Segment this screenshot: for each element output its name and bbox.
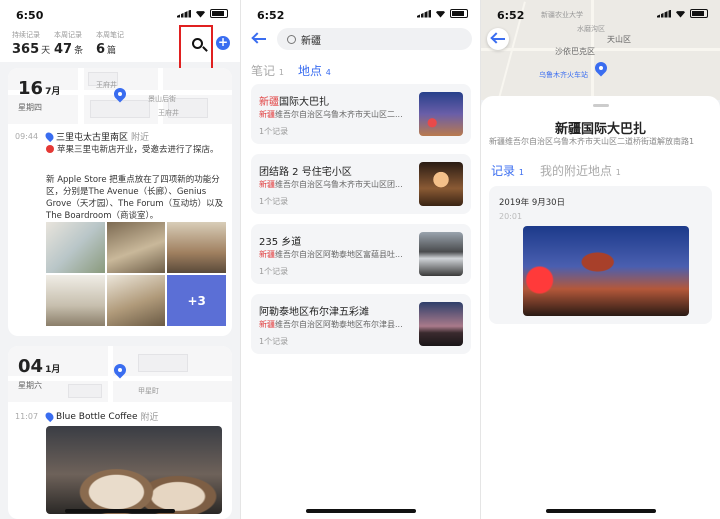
detail-tabs: 记录 1 我的附近地点 1 xyxy=(491,162,621,179)
place-thumbnail xyxy=(419,162,463,206)
status-bar: 6:52 xyxy=(481,0,720,28)
search-input[interactable] xyxy=(301,33,451,45)
timeline-screen: 6:50 持续记录 365天 本周记录 47条 本周笔记 6篇 + 王府井 xyxy=(0,0,240,519)
day-date: 04 1月 xyxy=(18,356,61,377)
record-card[interactable]: 2019年 9月30日 20:01 xyxy=(489,186,712,324)
record-photo[interactable] xyxy=(523,226,689,316)
more-photos-button[interactable]: +3 xyxy=(167,275,226,326)
location-pin-icon xyxy=(595,62,607,76)
status-time: 6:50 xyxy=(16,9,44,22)
place-thumbnail xyxy=(419,92,463,136)
place-title: 新疆国际大巴扎 xyxy=(554,122,646,137)
place-result[interactable]: 阿勒泰地区布尔津五彩滩 新疆维吾尔自治区阿勒泰地区布尔津县... 1个记录 xyxy=(251,294,471,354)
weekday: 星期六 xyxy=(18,381,42,390)
battery-icon xyxy=(690,9,708,18)
add-button[interactable]: + xyxy=(216,36,230,50)
home-indicator xyxy=(305,509,416,513)
search-icon xyxy=(287,34,296,44)
entry-body: 新 Apple Store 把重点放在了四项新的功能分区，分别是The Aven… xyxy=(46,175,224,221)
status-bar: 6:50 xyxy=(0,0,240,28)
place-result[interactable]: 团结路 2 号住宅小区 新疆维吾尔自治区乌鲁木齐市天山区团... 1个记录 xyxy=(251,154,471,214)
stat-week-notes: 本周笔记 6篇 xyxy=(96,31,124,57)
tab-nearby-places[interactable]: 我的附近地点 1 xyxy=(540,162,621,179)
photo-thumb[interactable] xyxy=(106,222,166,273)
photo-thumb[interactable] xyxy=(106,275,166,326)
apple-emoji-icon xyxy=(46,145,54,153)
weekday: 星期四 xyxy=(18,103,42,112)
status-time: 6:52 xyxy=(257,9,285,22)
battery-icon xyxy=(450,9,468,18)
result-tabs: 笔记 1 地点 4 xyxy=(251,62,331,79)
stat-week-entries: 本周记录 47 条 xyxy=(54,31,84,57)
signal-icon xyxy=(657,9,671,18)
back-button[interactable] xyxy=(251,32,267,46)
signal-icon xyxy=(417,9,431,18)
day-card[interactable]: 王府井 景山后街 王府井 16 7月 星期四 09:44 三里屯太古里南区 附近 苹… xyxy=(8,68,232,336)
tab-places[interactable]: 地点 4 xyxy=(298,62,331,79)
wifi-icon xyxy=(195,11,206,18)
photo-thumb[interactable] xyxy=(167,222,226,273)
location-icon xyxy=(43,130,56,143)
detail-sheet: 新疆国际大巴扎 新疆维吾尔自治区乌鲁木齐市天山区二道桥街道解放南路1 记录 1 … xyxy=(481,96,720,519)
signal-icon xyxy=(177,9,191,18)
search-bar[interactable] xyxy=(277,28,472,50)
place-thumbnail xyxy=(419,232,463,276)
home-indicator xyxy=(65,509,175,513)
tab-records[interactable]: 记录 1 xyxy=(491,162,524,179)
place-result[interactable]: 新疆国际大巴扎 新疆维吾尔自治区乌鲁木齐市天山区二... 1个记录 xyxy=(251,84,471,144)
place-thumbnail xyxy=(419,302,463,346)
wifi-icon xyxy=(435,11,446,18)
day-card[interactable]: 甲星町 04 1月 星期六 11:07 Blue Bottle Coffee 附近 xyxy=(8,346,232,519)
day-date: 16 7月 xyxy=(18,78,61,99)
sheet-handle[interactable] xyxy=(592,104,609,107)
battery-icon xyxy=(210,9,228,18)
place-result[interactable]: 235 乡道 新疆维吾尔自治区阿勒泰地区富蕴县吐... 1个记录 xyxy=(251,224,471,284)
location-icon xyxy=(43,410,56,423)
entry-time: 11:07 xyxy=(15,412,39,421)
status-bar: 6:52 xyxy=(241,0,480,28)
photo-grid: +3 xyxy=(46,222,226,326)
entry-location[interactable]: 三里屯太古里南区 附近 xyxy=(43,130,149,143)
status-time: 6:52 xyxy=(497,9,525,22)
photo-thumb[interactable] xyxy=(46,275,105,326)
search-screen: 6:52 笔记 1 地点 4 新疆国际大巴扎 新疆维吾尔自治区乌鲁木齐市天山区二… xyxy=(240,0,480,519)
wifi-icon xyxy=(675,11,686,18)
back-arrow-icon xyxy=(490,32,506,46)
place-detail-screen: 新疆农业大学 水磨沟区 天山区 沙依巴克区 乌鲁木齐火车站 6:52 新疆国际大… xyxy=(480,0,720,519)
record-time: 20:01 xyxy=(499,212,523,221)
photo-thumb[interactable] xyxy=(46,222,105,273)
coffee-photo[interactable] xyxy=(46,426,222,514)
back-button[interactable] xyxy=(487,28,509,50)
record-date: 2019年 9月30日 xyxy=(499,198,566,208)
home-indicator xyxy=(545,509,656,513)
entry-time: 09:44 xyxy=(15,132,39,141)
location-pin-icon xyxy=(114,364,126,378)
entry-text: 苹果三里屯新店开业，受邀去进行了探店。 xyxy=(46,144,224,156)
search-button[interactable] xyxy=(189,35,209,55)
tab-notes[interactable]: 笔记 1 xyxy=(251,62,284,79)
entry-location[interactable]: Blue Bottle Coffee 附近 xyxy=(43,410,159,423)
location-pin-icon xyxy=(114,88,126,102)
stat-days: 持续记录 365 天 xyxy=(12,31,51,57)
place-address: 新疆维吾尔自治区乌鲁木齐市天山区二道桥街道解放南路1 xyxy=(489,137,695,146)
